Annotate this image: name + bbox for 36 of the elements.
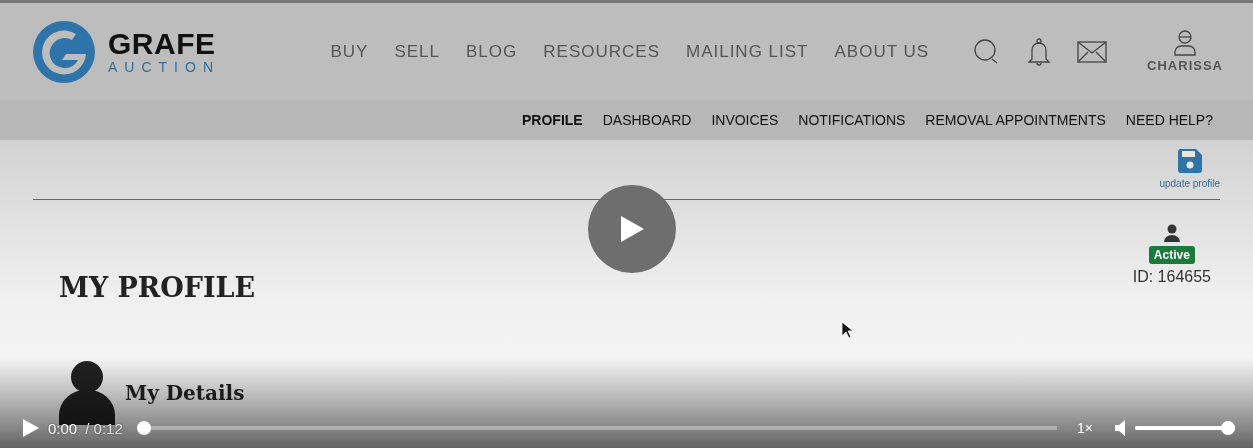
account-id: ID: 164655 (1132, 268, 1211, 286)
status-badge: Active (1148, 246, 1195, 264)
progress-track[interactable] (136, 421, 1058, 435)
person-icon (59, 361, 115, 425)
sub-nav-link[interactable]: NOTIFICATIONS (798, 112, 906, 128)
person-icon (1163, 224, 1180, 242)
nav-link[interactable]: BLOG (466, 41, 518, 62)
user-icon[interactable] (1173, 30, 1198, 56)
current-time: 0:00 (48, 419, 78, 437)
mouse-cursor-icon (841, 321, 853, 339)
duration: / 0:12 (85, 419, 123, 437)
sub-nav-link[interactable]: DASHBOARD (602, 112, 692, 128)
section-title: My Details (125, 381, 245, 405)
mail-icon[interactable] (1077, 40, 1108, 63)
sub-nav-link[interactable]: INVOICES (711, 112, 779, 128)
sub-nav-link[interactable]: REMOVAL APPOINTMENTS (925, 112, 1106, 128)
nav-link[interactable]: RESOURCES (543, 41, 660, 62)
nav-link[interactable]: MAILING LIST (685, 41, 809, 62)
sub-nav-link[interactable]: NEED HELP? (1125, 112, 1213, 128)
update-profile-button[interactable]: update profile (1159, 148, 1220, 196)
play-icon[interactable] (22, 418, 40, 438)
logo-tagline: AUCTION (108, 58, 220, 75)
volume-icon[interactable] (1115, 420, 1127, 436)
sub-nav-link[interactable]: PROFILE (522, 112, 583, 128)
play-icon (619, 215, 645, 243)
nav-link[interactable]: SELL (394, 41, 441, 62)
logo-name: GRAFE (108, 28, 217, 59)
user-name[interactable]: CHARISSA (1147, 58, 1223, 73)
volume-slider[interactable] (1135, 421, 1235, 435)
bell-icon[interactable] (1027, 37, 1052, 66)
page-title: MY PROFILE (59, 272, 256, 303)
nav-link[interactable]: ABOUT US (834, 41, 930, 62)
logo-icon (32, 19, 96, 84)
save-icon (1176, 148, 1203, 174)
speed-button[interactable]: 1× (1077, 420, 1093, 436)
nav-link[interactable]: BUY (330, 41, 369, 62)
